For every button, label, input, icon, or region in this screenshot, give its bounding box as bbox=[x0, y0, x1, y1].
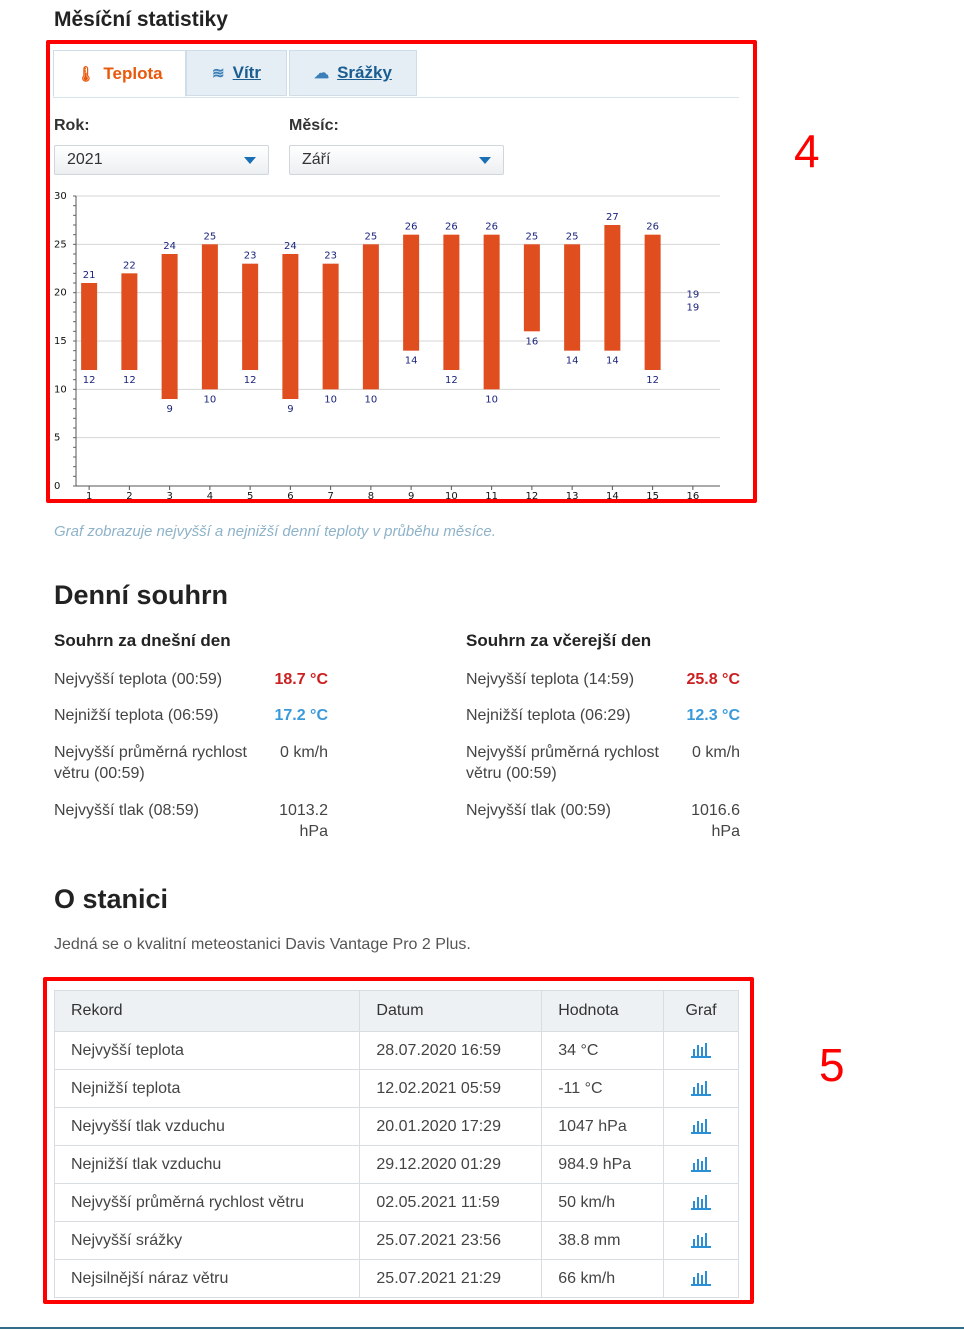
summary-label: Nejvyšší tlak (08:59) bbox=[54, 802, 199, 819]
summary-label: Nejvyšší tlak (00:59) bbox=[466, 802, 611, 819]
monthly-title: Měsíční statistiky bbox=[54, 8, 228, 31]
summary-label: Nejnižší teplota (06:59) bbox=[54, 707, 219, 724]
yesterday-title: Souhrn za včerejší den bbox=[466, 631, 652, 650]
station-description: Jedná se o kvalitní meteostanici Davis V… bbox=[54, 936, 471, 953]
summary-value: 12.3 °C bbox=[686, 707, 740, 724]
annotation-box-4 bbox=[46, 40, 757, 503]
chart-caption: Graf zobrazuje nejvyšší a nejnižší denní… bbox=[54, 523, 496, 540]
daily-title: Denní souhrn bbox=[54, 580, 228, 610]
summary-value: 0 km/h bbox=[279, 744, 328, 761]
today-title: Souhrn za dnešní den bbox=[54, 631, 231, 650]
footer-divider bbox=[0, 1327, 964, 1329]
station-title: O stanici bbox=[54, 884, 169, 914]
summary-label: Nejvyšší průměrná rychlost větru (00:59) bbox=[54, 744, 247, 782]
summary-value: 17.2 °C bbox=[274, 707, 328, 724]
summary-value: 1013.2 hPa bbox=[279, 802, 328, 840]
summary-label: Nejvyšší průměrná rychlost větru (00:59) bbox=[466, 744, 659, 782]
summary-value: 1016.6 hPa bbox=[691, 802, 740, 840]
summary-value: 0 km/h bbox=[691, 744, 740, 761]
summary-value: 25.8 °C bbox=[686, 671, 740, 688]
annotation-label-4: 4 bbox=[794, 125, 820, 177]
annotation-box-5 bbox=[43, 977, 754, 1304]
summary-label: Nejvyšší teplota (00:59) bbox=[54, 671, 223, 688]
annotation-label-5: 5 bbox=[819, 1039, 845, 1091]
summary-value: 18.7 °C bbox=[274, 671, 328, 688]
summary-label: Nejnižší teplota (06:29) bbox=[466, 707, 631, 724]
summary-label: Nejvyšší teplota (14:59) bbox=[466, 671, 635, 688]
